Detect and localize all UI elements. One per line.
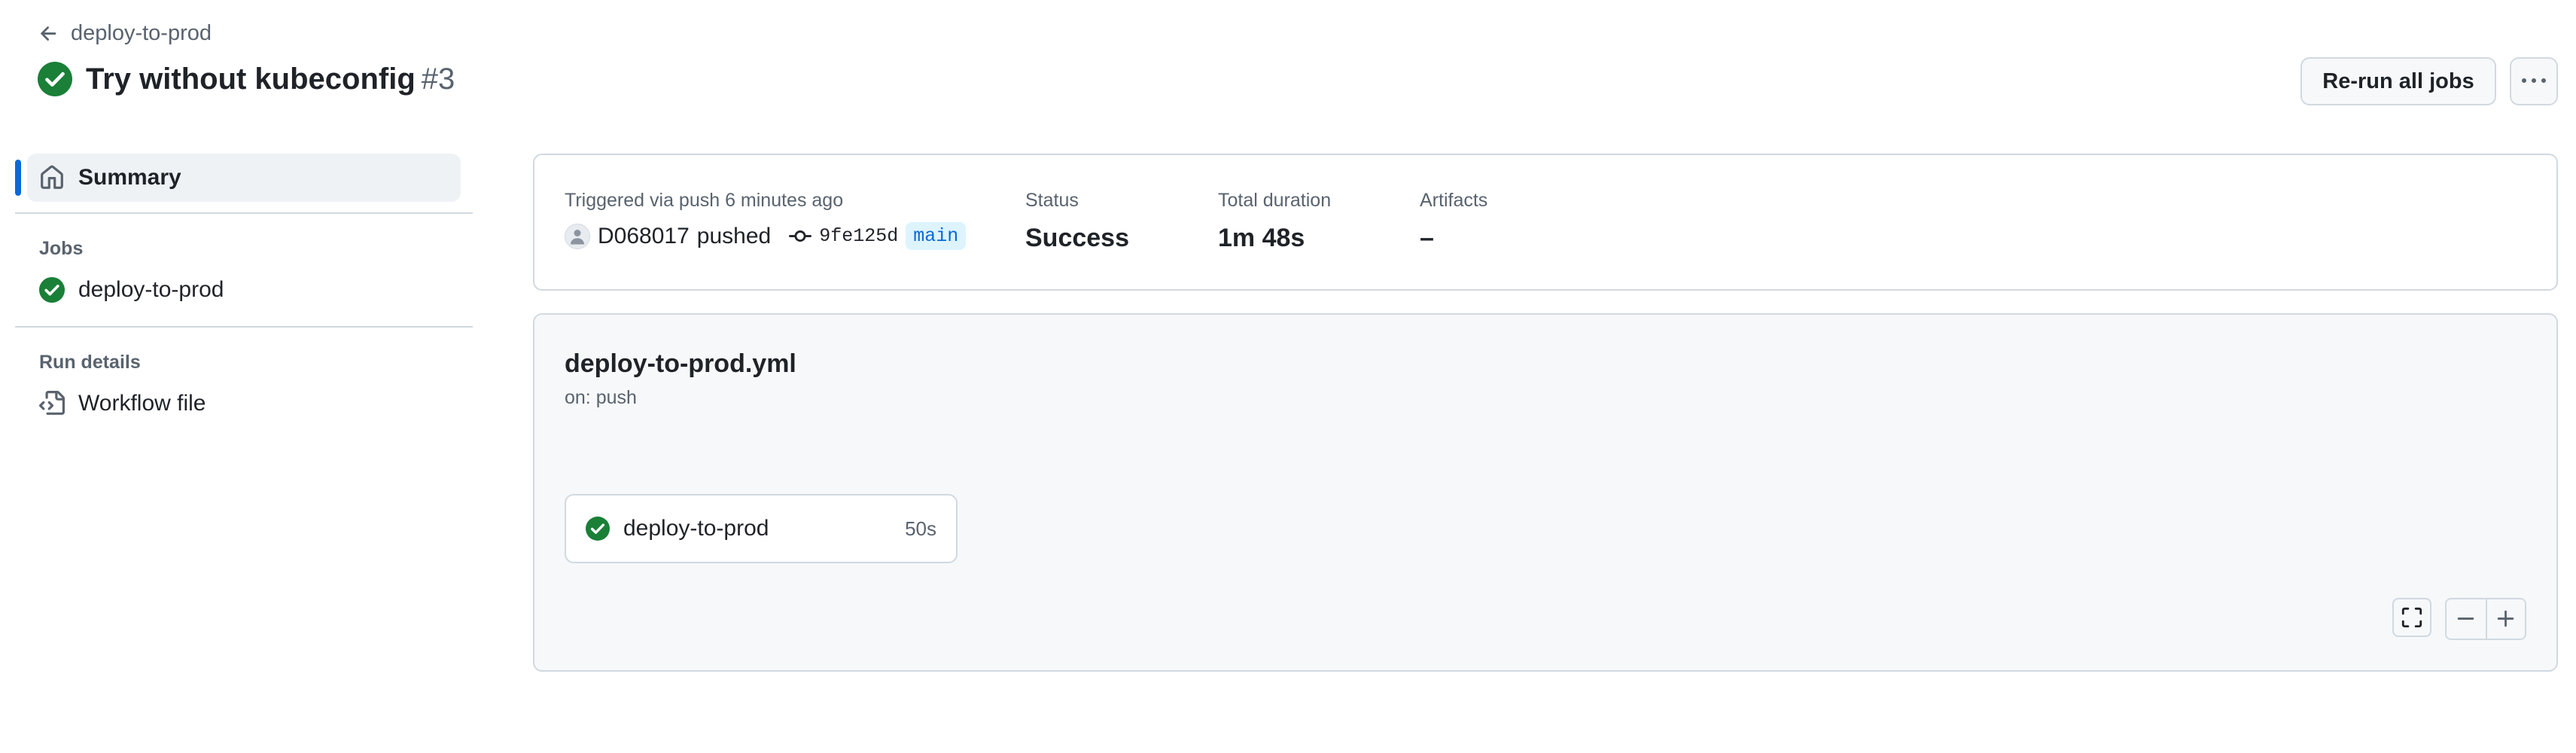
- workflow-graph-card: deploy-to-prod.yml on: push deploy-to-pr…: [533, 313, 2558, 672]
- kebab-horizontal-icon: [2522, 78, 2546, 83]
- branch-badge[interactable]: main: [906, 222, 967, 250]
- zoom-in-button[interactable]: [2486, 599, 2525, 639]
- action-text: pushed: [696, 223, 772, 248]
- trigger-details: D068017 pushed 9fe125d main: [565, 222, 967, 250]
- sidebar-item-workflow-file[interactable]: Workflow file: [15, 383, 473, 425]
- job-duration: 50s: [905, 517, 936, 540]
- status-label: Status: [1025, 190, 1079, 211]
- run-summary-card: Triggered via push 6 minutes ago D068017…: [533, 154, 2558, 291]
- sidebar-divider: [15, 326, 473, 328]
- graph-controls: [2392, 598, 2526, 640]
- artifacts-label: Artifacts: [1420, 190, 1488, 211]
- status-value: Success: [1025, 224, 1129, 252]
- workflow-run-page: deploy-to-prod Try without kubeconfig #3 …: [0, 0, 2576, 753]
- sidebar-item-job[interactable]: deploy-to-prod: [15, 269, 473, 311]
- artifacts-info: Artifacts –: [1420, 190, 1487, 253]
- rerun-all-jobs-button[interactable]: Re-run all jobs: [2300, 57, 2496, 105]
- workflow-filename: deploy-to-prod.yml: [565, 349, 796, 378]
- run-title: Try without kubeconfig: [86, 62, 416, 96]
- job-name: deploy-to-prod: [623, 516, 769, 541]
- more-options-button[interactable]: [2510, 57, 2558, 105]
- fullscreen-button[interactable]: [2392, 598, 2431, 637]
- active-indicator: [15, 160, 21, 196]
- artifacts-value: –: [1420, 224, 1434, 252]
- check-circle-fill-icon: [38, 62, 72, 96]
- check-circle-fill-icon: [586, 517, 610, 541]
- user-avatar-icon: [571, 229, 584, 244]
- workflow-trigger: on: push: [565, 387, 637, 408]
- duration-value: 1m 48s: [1218, 224, 1305, 252]
- sidebar-item-label: deploy-to-prod: [78, 277, 224, 302]
- zoom-button-group: [2445, 598, 2526, 640]
- run-title-row: Try without kubeconfig #3: [38, 62, 455, 96]
- sidebar: Summary Jobs deploy-to-prod Run details …: [15, 154, 473, 425]
- run-details-heading: Run details: [39, 352, 141, 373]
- arrow-left-icon: [41, 26, 56, 41]
- page-title: Try without kubeconfig #3: [86, 62, 455, 96]
- duration-label: Total duration: [1218, 190, 1332, 211]
- back-link-label: deploy-to-prod: [71, 21, 212, 45]
- zoom-out-button[interactable]: [2447, 599, 2486, 639]
- commit-sha-link[interactable]: 9fe125d: [819, 225, 898, 247]
- actor-link[interactable]: D068017: [598, 224, 690, 249]
- duration-info: Total duration 1m 48s: [1218, 190, 1331, 253]
- job-node[interactable]: deploy-to-prod 50s: [565, 494, 958, 563]
- sidebar-item-label: Workflow file: [78, 391, 206, 416]
- plus-icon: [2497, 610, 2514, 627]
- triggered-label: Triggered via push 6 minutes ago: [565, 190, 844, 211]
- check-circle-fill-icon: [39, 277, 65, 303]
- status-info: Status Success: [1025, 190, 1129, 253]
- screen-full-icon: [2401, 607, 2422, 628]
- home-icon: [41, 165, 63, 189]
- sidebar-divider: [15, 212, 473, 214]
- jobs-heading: Jobs: [39, 238, 84, 259]
- trigger-info: Triggered via push 6 minutes ago D068017…: [565, 190, 967, 250]
- avatar[interactable]: [565, 223, 590, 249]
- back-link[interactable]: deploy-to-prod: [38, 21, 212, 46]
- sidebar-item-label: Summary: [78, 165, 181, 190]
- git-commit-icon: [789, 230, 812, 242]
- sidebar-item-summary[interactable]: Summary: [15, 154, 461, 202]
- dash-icon: [2457, 617, 2474, 620]
- run-number: #3: [421, 62, 455, 96]
- file-code-icon: [39, 391, 65, 415]
